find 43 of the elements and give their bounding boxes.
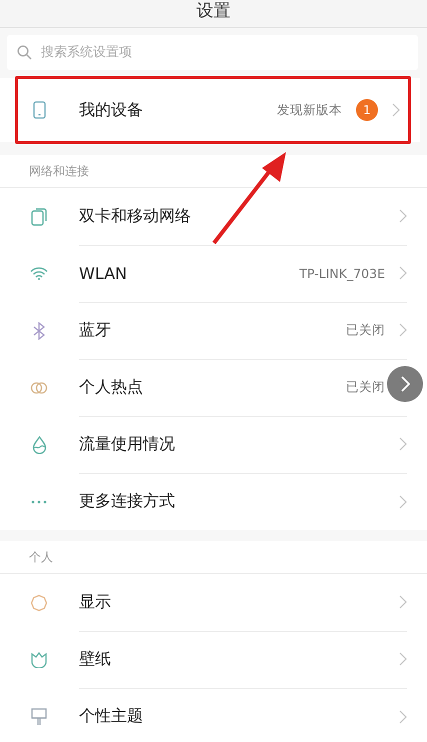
row-label: 壁纸: [79, 648, 112, 670]
wifi-icon: [30, 267, 48, 280]
row-label: 更多连接方式: [79, 491, 176, 512]
row-label: 显示: [79, 592, 112, 612]
row-label: WLAN: [79, 264, 128, 282]
chevron-icon: [399, 437, 407, 451]
chevron-icon: [400, 376, 410, 392]
chevron-icon: [399, 323, 407, 337]
chevron-icon: [399, 710, 407, 724]
sim-cards-icon: [31, 208, 47, 226]
more-dots-icon: [31, 500, 47, 504]
search-field[interactable]: 搜索系统设置项: [7, 35, 418, 70]
count-badge: 1: [356, 99, 378, 121]
section-title: 个人: [29, 548, 53, 566]
phone-icon: [32, 101, 46, 119]
flower-icon: [31, 652, 47, 668]
row-label: 双卡和移动网络: [79, 206, 192, 226]
water-drop-icon: [32, 436, 46, 454]
linked-rings-icon: [30, 382, 48, 394]
row-label: 个性主题: [79, 706, 144, 727]
chevron-icon: [399, 595, 407, 609]
search-icon: [17, 45, 32, 60]
chevron-icon: [399, 266, 407, 280]
row-label: 个人热点: [79, 376, 144, 398]
row-value: 发现新版本: [277, 102, 342, 118]
chevron-icon: [399, 494, 407, 508]
screen-title: 设置: [196, 1, 230, 21]
settings-row[interactable]: 个性主题: [0, 688, 427, 742]
row-value: TP-LINK_703E: [299, 266, 385, 280]
row-value: 已关闭: [346, 378, 385, 396]
paint-brush-icon: [31, 708, 47, 726]
row-label: 蓝牙: [79, 320, 112, 340]
settings-row[interactable]: 更多连接方式: [0, 473, 427, 530]
bluetooth-icon: [33, 322, 45, 340]
sun-icon: [30, 594, 48, 612]
row-label: 流量使用情况: [79, 434, 176, 454]
row-value: 已关闭: [346, 322, 385, 338]
settings-row[interactable]: 我的设备 发现新版本 1: [0, 78, 420, 142]
row-label: 我的设备: [79, 100, 144, 120]
chevron-icon: [399, 209, 407, 223]
section-title: 网络和连接: [29, 162, 89, 180]
chevron-icon: [399, 652, 407, 666]
chevron-icon: [392, 103, 400, 117]
